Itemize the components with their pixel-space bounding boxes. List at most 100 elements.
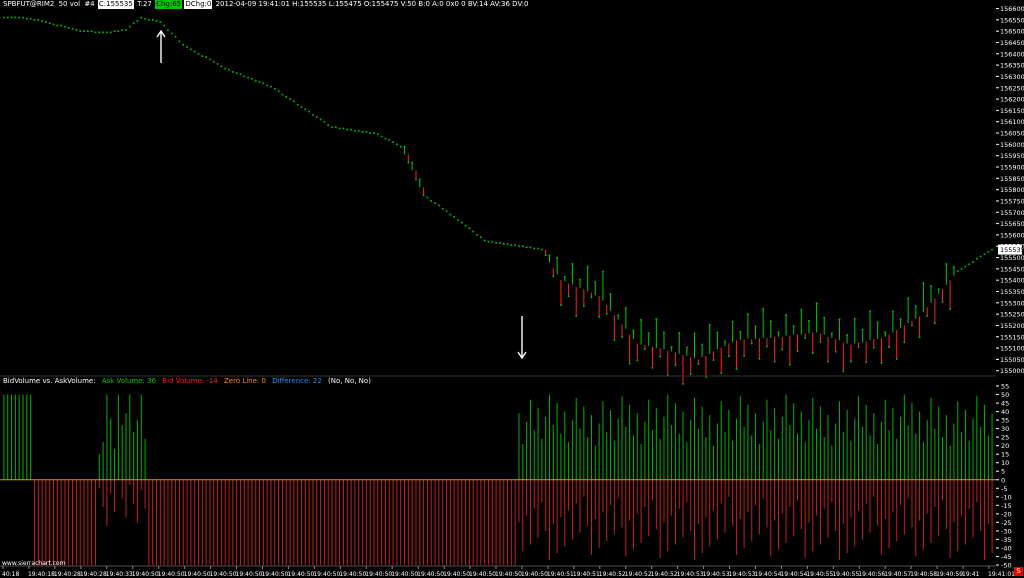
volume-tick-label: 40 bbox=[1001, 408, 1009, 416]
time-tick-label: 19:40:50 bbox=[236, 571, 263, 578]
price-bar bbox=[60, 24, 62, 27]
price-bar bbox=[487, 240, 490, 243]
price-bar-close bbox=[941, 301, 944, 303]
volume-tick-label: 55 bbox=[1001, 383, 1009, 391]
price-bar-close bbox=[949, 308, 951, 310]
price-bar bbox=[987, 251, 990, 253]
price-bar-close bbox=[728, 355, 730, 358]
volume-tick-label: 45 bbox=[1001, 400, 1009, 408]
price-bar bbox=[453, 215, 455, 218]
price-bar bbox=[113, 30, 116, 32]
price-bar bbox=[98, 31, 101, 34]
price-bar bbox=[331, 126, 333, 129]
price-bar bbox=[293, 100, 295, 103]
price-bar bbox=[361, 131, 364, 133]
price-bar-close bbox=[945, 263, 948, 265]
price-bar-close bbox=[766, 345, 768, 348]
price-bar-close bbox=[602, 270, 604, 273]
volume-tick-label: -15 bbox=[1001, 502, 1012, 510]
price-tick-label: 156000 bbox=[1000, 141, 1024, 149]
price-bar-close bbox=[644, 348, 646, 351]
price-bar-close bbox=[735, 368, 738, 370]
price-bar bbox=[518, 245, 520, 248]
volume-tick-label: 30 bbox=[1001, 425, 1009, 433]
price-bar-close bbox=[922, 282, 925, 284]
volume-tick-label: 35 bbox=[1001, 417, 1009, 425]
volume-tick-label: -30 bbox=[1001, 527, 1012, 535]
time-tick-label: 19:40:28 bbox=[54, 571, 81, 578]
price-bar-close bbox=[708, 323, 711, 326]
price-bar bbox=[991, 248, 993, 251]
time-tick-label: 19:40:50 bbox=[132, 571, 159, 578]
price-bar-close bbox=[831, 332, 833, 335]
price-bar-close bbox=[930, 285, 932, 287]
price-bar bbox=[468, 227, 471, 229]
price-bar bbox=[434, 202, 436, 205]
price-bar bbox=[87, 30, 89, 32]
price-bar bbox=[266, 84, 268, 87]
price-bar-close bbox=[632, 329, 635, 332]
time-tick-label: 19:40:18 bbox=[28, 571, 55, 578]
price-bar bbox=[365, 131, 368, 133]
time-tick-label: 19:40:51 bbox=[547, 571, 574, 578]
price-bar-close bbox=[892, 310, 894, 313]
price-bar-close bbox=[651, 366, 654, 369]
price-bar bbox=[964, 265, 967, 268]
price-pane[interactable] bbox=[3, 16, 993, 385]
price-bar bbox=[510, 244, 513, 246]
price-tick-label: 155150 bbox=[1000, 333, 1024, 341]
price-bar-close bbox=[758, 357, 761, 360]
price-bar bbox=[522, 245, 524, 248]
time-tick-label: 19:40:58 bbox=[910, 571, 937, 578]
time-tick-label: 19:40:50 bbox=[339, 571, 366, 578]
price-bar-close bbox=[556, 256, 558, 259]
price-bar bbox=[979, 255, 982, 258]
price-bar bbox=[460, 221, 463, 224]
price-bar-close bbox=[678, 332, 681, 334]
price-bar bbox=[319, 118, 322, 121]
time-tick-label: 19:40:52 bbox=[651, 571, 678, 578]
price-bar-close bbox=[914, 305, 917, 307]
price-bar bbox=[354, 129, 356, 132]
volume-tick-label: -40 bbox=[1001, 544, 1012, 552]
price-bar-close bbox=[762, 308, 764, 310]
chart-canvas[interactable]: 156600 156550 156500 156450 156400 156350 1563… bbox=[0, 0, 1024, 578]
price-bar bbox=[6, 16, 9, 19]
price-bar bbox=[193, 50, 196, 53]
price-bar-close bbox=[895, 358, 898, 360]
price-bar-close bbox=[743, 354, 745, 357]
price-bar bbox=[148, 19, 150, 21]
volume-pane[interactable] bbox=[0, 394, 996, 565]
price-bar-close bbox=[926, 315, 929, 317]
bar-info-label: 2012-04-09 19:41:01 H:155535 L:155475 O:… bbox=[215, 0, 529, 8]
price-bar bbox=[155, 20, 158, 22]
volume-tick-label: -35 bbox=[1001, 536, 1012, 544]
price-bar bbox=[502, 243, 505, 245]
price-bar bbox=[132, 22, 135, 25]
time-tick-label: 19:40:54 bbox=[780, 571, 807, 578]
price-bar bbox=[384, 137, 387, 140]
scale-button[interactable]: S bbox=[1014, 567, 1023, 576]
price-bar bbox=[323, 120, 326, 123]
time-tick-label: 19:40:50 bbox=[313, 571, 340, 578]
time-tick-label: 19:40:52 bbox=[599, 571, 626, 578]
price-bar bbox=[350, 128, 352, 131]
volume-tick-label: -5 bbox=[1001, 485, 1007, 493]
price-bar bbox=[312, 114, 314, 116]
price-bar bbox=[304, 108, 307, 111]
volume-tick-label: 25 bbox=[1001, 434, 1009, 442]
price-bar bbox=[342, 127, 345, 130]
price-bar-close bbox=[857, 346, 860, 348]
price-bar bbox=[48, 22, 51, 25]
price-tick-label: 156400 bbox=[1000, 50, 1024, 58]
price-bar bbox=[224, 67, 226, 70]
price-bar-close bbox=[796, 350, 799, 353]
price-bar-close bbox=[731, 320, 734, 323]
price-bar-close bbox=[846, 334, 848, 336]
price-bar-close bbox=[888, 346, 890, 348]
price-bar-close bbox=[720, 372, 722, 374]
bar-number-label: #4 bbox=[84, 0, 95, 8]
price-bar-close bbox=[865, 361, 867, 363]
price-bar bbox=[976, 257, 978, 260]
price-bar-close bbox=[880, 362, 883, 364]
